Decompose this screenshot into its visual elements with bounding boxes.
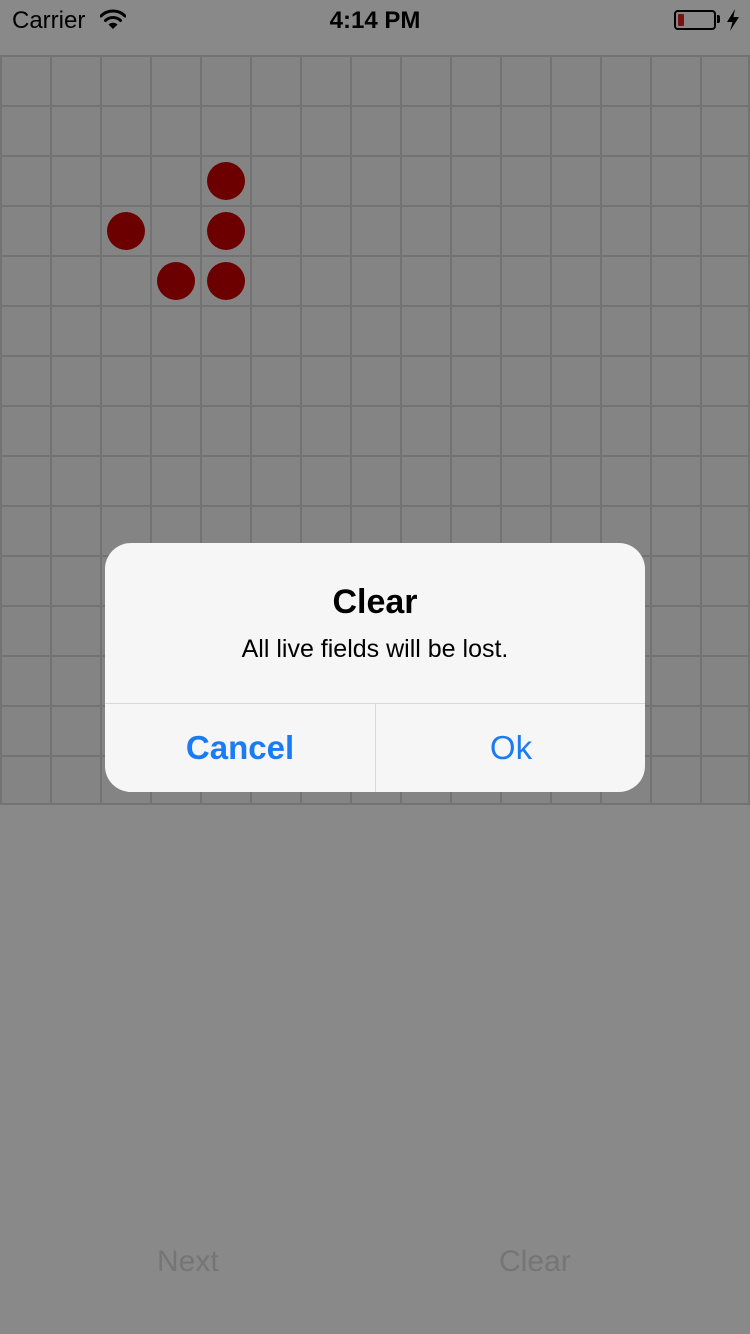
clear-alert-dialog: Clear All live fields will be lost. Canc…: [105, 543, 645, 792]
alert-title: Clear: [332, 583, 418, 621]
cancel-button[interactable]: Cancel: [105, 704, 375, 792]
alert-message: All live fields will be lost.: [241, 635, 509, 663]
ok-button[interactable]: Ok: [376, 704, 645, 792]
